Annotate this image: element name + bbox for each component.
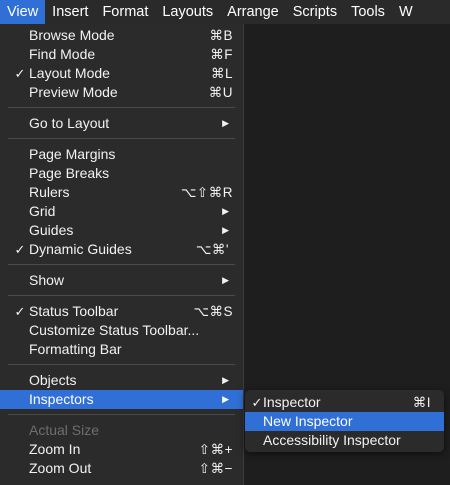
inspectors-submenu: ✓ Inspector ⌘I New Inspector Accessibili… xyxy=(245,390,444,452)
checkmark-icon: ✓ xyxy=(14,304,26,319)
menu-item-zoom-in[interactable]: Zoom In ⇧⌘+ xyxy=(0,440,243,459)
menu-item-go-to-layout[interactable]: Go to Layout ▶ xyxy=(0,114,243,133)
menu-item-shortcut: ⌘B xyxy=(209,28,233,43)
menu-item-shortcut: ⌥⌘' xyxy=(195,242,229,257)
submenu-item-accessibility-inspector[interactable]: Accessibility Inspector xyxy=(245,431,444,450)
menu-item-preview-mode[interactable]: Preview Mode ⌘U xyxy=(0,83,243,102)
menu-item-shortcut: ⌘L xyxy=(210,66,233,81)
menu-bar: View Insert Format Layouts Arrange Scrip… xyxy=(0,0,450,24)
menu-item-label: Customize Status Toolbar... xyxy=(29,322,200,338)
menu-item-dynamic-guides[interactable]: ✓ Dynamic Guides ⌥⌘' xyxy=(0,240,243,259)
menu-item-shortcut: ⌥⌘S xyxy=(193,304,233,319)
menu-item-rulers[interactable]: Rulers ⌥⇧⌘R xyxy=(0,183,243,202)
menu-item-label: Go to Layout xyxy=(29,115,110,131)
menu-item-label: Guides xyxy=(29,222,74,238)
menu-item-label: Grid xyxy=(29,203,56,219)
menu-separator xyxy=(0,259,243,271)
menubar-window[interactable]: W xyxy=(392,0,420,24)
submenu-arrow-icon: ▶ xyxy=(222,275,229,285)
menu-item-customize-status-toolbar[interactable]: Customize Status Toolbar... xyxy=(0,321,243,340)
menubar-tools[interactable]: Tools xyxy=(344,0,392,24)
menu-item-label: Preview Mode xyxy=(29,84,118,100)
menubar-layouts[interactable]: Layouts xyxy=(155,0,220,24)
menu-separator xyxy=(0,102,243,114)
menu-item-show[interactable]: Show ▶ xyxy=(0,271,243,290)
checkmark-icon: ✓ xyxy=(14,242,26,257)
menu-item-shortcut: ⇧⌘− xyxy=(198,461,233,476)
menubar-scripts[interactable]: Scripts xyxy=(286,0,344,24)
menu-item-shortcut: ⌘I xyxy=(412,395,431,410)
menu-item-label: Inspectors xyxy=(29,391,94,407)
submenu-item-inspector[interactable]: ✓ Inspector ⌘I xyxy=(245,393,444,412)
menu-item-label: Layout Mode xyxy=(29,65,110,81)
menu-item-label: Page Breaks xyxy=(29,165,110,181)
menu-item-label: Find Mode xyxy=(29,46,96,62)
menu-item-shortcut: ⌘U xyxy=(208,85,233,100)
menu-item-inspectors[interactable]: Inspectors ▶ xyxy=(0,390,243,409)
menu-item-find-mode[interactable]: Find Mode ⌘F xyxy=(0,45,243,64)
menu-item-label: Page Margins xyxy=(29,146,116,162)
submenu-arrow-icon: ▶ xyxy=(222,206,229,216)
screen: View Insert Format Layouts Arrange Scrip… xyxy=(0,0,450,485)
menu-item-label: Browse Mode xyxy=(29,27,115,43)
submenu-arrow-icon: ▶ xyxy=(222,225,229,235)
menu-item-label: Zoom Out xyxy=(29,460,92,476)
menu-item-label: Inspector xyxy=(263,394,321,410)
menu-separator xyxy=(0,359,243,371)
view-menu: Browse Mode ⌘B Find Mode ⌘F ✓ Layout Mod… xyxy=(0,24,244,485)
menu-item-label: Rulers xyxy=(29,184,70,200)
menu-item-zoom-out[interactable]: Zoom Out ⇧⌘− xyxy=(0,459,243,478)
menubar-insert[interactable]: Insert xyxy=(45,0,95,24)
submenu-arrow-icon: ▶ xyxy=(222,118,229,128)
submenu-arrow-icon: ▶ xyxy=(222,375,229,385)
menu-item-shortcut: ⌥⇧⌘R xyxy=(180,185,233,200)
submenu-item-new-inspector[interactable]: New Inspector xyxy=(245,412,444,431)
menubar-format[interactable]: Format xyxy=(95,0,155,24)
menu-separator xyxy=(0,409,243,421)
menu-item-page-margins[interactable]: Page Margins xyxy=(0,145,243,164)
checkmark-icon: ✓ xyxy=(14,66,26,81)
menu-item-label: Accessibility Inspector xyxy=(263,432,401,448)
menu-separator xyxy=(0,133,243,145)
menu-item-layout-mode[interactable]: ✓ Layout Mode ⌘L xyxy=(0,64,243,83)
menu-item-label: Objects xyxy=(29,372,77,388)
menu-item-guides[interactable]: Guides ▶ xyxy=(0,221,243,240)
menu-item-shortcut: ⌘F xyxy=(210,47,233,62)
menu-item-page-breaks[interactable]: Page Breaks xyxy=(0,164,243,183)
checkmark-icon: ✓ xyxy=(251,395,263,410)
menu-item-label: Zoom In xyxy=(29,441,81,457)
menu-item-status-toolbar[interactable]: ✓ Status Toolbar ⌥⌘S xyxy=(0,302,243,321)
menu-item-label: Show xyxy=(29,272,65,288)
menu-separator xyxy=(0,290,243,302)
menu-item-shortcut: ⇧⌘+ xyxy=(198,442,233,457)
menubar-arrange[interactable]: Arrange xyxy=(220,0,286,24)
menu-item-label: New Inspector xyxy=(263,413,353,429)
menubar-view[interactable]: View xyxy=(0,0,46,24)
menu-item-label: Status Toolbar xyxy=(29,303,119,319)
menu-item-label: Formatting Bar xyxy=(29,341,122,357)
menu-item-grid[interactable]: Grid ▶ xyxy=(0,202,243,221)
menu-item-browse-mode[interactable]: Browse Mode ⌘B xyxy=(0,26,243,45)
menu-item-formatting-bar[interactable]: Formatting Bar xyxy=(0,340,243,359)
menu-item-actual-size: Actual Size xyxy=(0,421,243,440)
menu-item-label: Dynamic Guides xyxy=(29,241,132,257)
menu-item-label: Actual Size xyxy=(29,422,100,438)
submenu-arrow-icon: ▶ xyxy=(222,394,229,404)
menu-item-objects[interactable]: Objects ▶ xyxy=(0,371,243,390)
